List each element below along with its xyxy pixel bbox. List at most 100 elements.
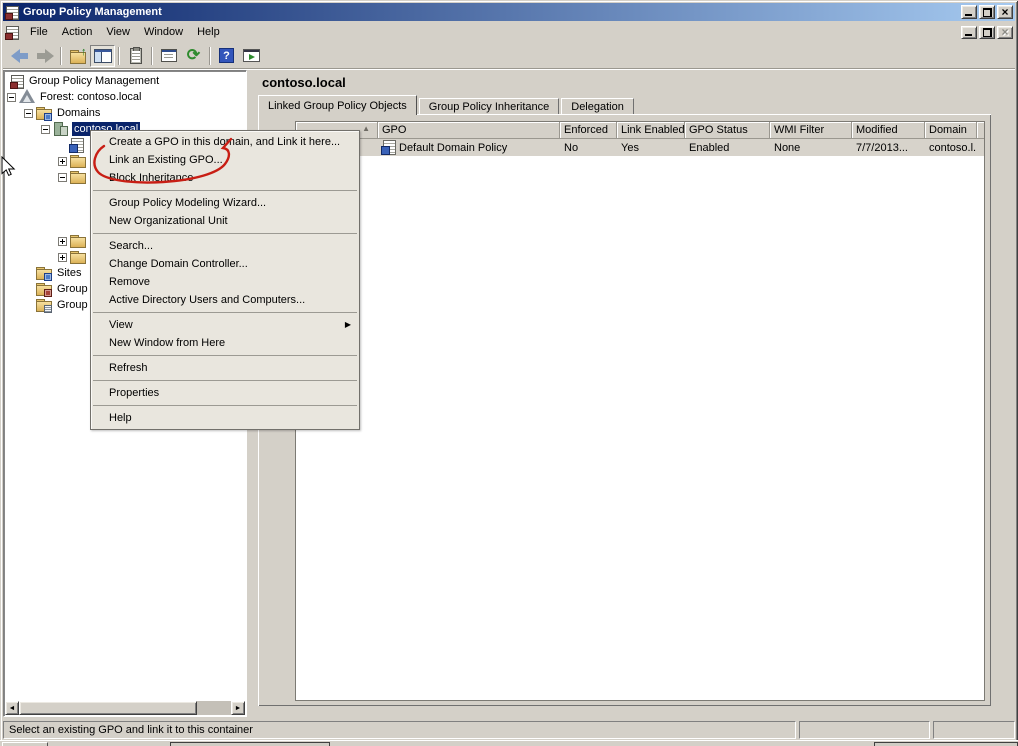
taskbar-button[interactable] xyxy=(874,742,1018,746)
forward-arrow-icon xyxy=(36,48,54,63)
collapse-toggle[interactable] xyxy=(41,124,50,134)
menu-item-help[interactable]: Help xyxy=(91,409,359,427)
toolbar-separator xyxy=(118,46,120,65)
tab-page: ▲ GPO Enforced Link Enabled GPO Status W… xyxy=(258,114,991,706)
show-console-tree-button[interactable] xyxy=(90,44,115,67)
horizontal-scrollbar[interactable]: ◄ ► xyxy=(5,701,245,715)
group-policy-management-window: Group Policy Management × File Action Vi… xyxy=(0,0,1018,746)
gpo-column-header[interactable]: GPO xyxy=(378,122,560,139)
properties-icon xyxy=(160,49,177,62)
child-minimize-button[interactable] xyxy=(961,25,977,39)
wmi-filter-column-header[interactable]: WMI Filter xyxy=(770,122,852,139)
taskbar-button[interactable] xyxy=(2,742,48,746)
menu-item-block-inheritance[interactable]: Block Inheritance xyxy=(91,169,359,187)
menubar: File Action View Window Help × xyxy=(3,22,1015,42)
expand-toggle[interactable] xyxy=(58,236,67,246)
menu-item-link-existing-gpo[interactable]: Link an Existing GPO... xyxy=(91,151,359,169)
list-header: ▲ GPO Enforced Link Enabled GPO Status W… xyxy=(296,122,984,139)
child-close-button[interactable]: × xyxy=(997,24,1013,39)
show-in-new-window-button[interactable] xyxy=(239,45,264,67)
tree-item-domains[interactable]: Domains xyxy=(5,105,245,121)
tab-group-policy-inheritance[interactable]: Group Policy Inheritance xyxy=(418,98,560,115)
modeling-badge-icon xyxy=(44,289,52,297)
scroll-right-button[interactable]: ► xyxy=(231,701,245,715)
domains-folder-icon xyxy=(36,105,52,121)
menu-help[interactable]: Help xyxy=(190,24,227,40)
media-window-icon xyxy=(243,49,260,62)
properties-button[interactable] xyxy=(156,45,181,67)
restore-icon xyxy=(982,7,992,17)
link-enabled-column-header[interactable]: Link Enabled xyxy=(617,122,685,139)
toolbar-separator xyxy=(209,46,211,65)
refresh-button[interactable]: ⟳ xyxy=(181,45,206,67)
forward-button[interactable] xyxy=(32,45,57,67)
menu-item-create-gpo[interactable]: Create a GPO in this domain, and Link it… xyxy=(91,133,359,151)
status-bar: Select an existing GPO and link it to th… xyxy=(3,719,1015,739)
menu-item-remove[interactable]: Remove xyxy=(91,273,359,291)
collapse-toggle[interactable] xyxy=(7,92,16,102)
menu-item-new-window-from-here[interactable]: New Window from Here xyxy=(91,334,359,352)
modified-column-header[interactable]: Modified xyxy=(852,122,925,139)
menu-view[interactable]: View xyxy=(99,24,137,40)
minimize-icon xyxy=(965,14,972,16)
enforced-value: No xyxy=(564,141,579,154)
expand-toggle[interactable] xyxy=(58,156,67,166)
menu-window[interactable]: Window xyxy=(137,24,190,40)
menu-separator xyxy=(93,405,357,406)
tree-item-label: Sites xyxy=(57,267,82,279)
domain-column-header[interactable]: Domain xyxy=(925,122,977,139)
menu-item-ad-users-and-computers[interactable]: Active Directory Users and Computers... xyxy=(91,291,359,309)
minimize-button[interactable] xyxy=(961,5,977,19)
gpo-status-value: Enabled xyxy=(689,141,730,154)
back-button[interactable] xyxy=(7,45,32,67)
restore-button[interactable] xyxy=(979,5,995,19)
taskbar-button[interactable] xyxy=(170,742,330,746)
enforced-column-header[interactable]: Enforced xyxy=(560,122,617,139)
close-button[interactable]: × xyxy=(997,5,1013,19)
status-panel xyxy=(933,721,1015,739)
tab-delegation[interactable]: Delegation xyxy=(561,98,634,115)
menu-file[interactable]: File xyxy=(23,24,55,40)
tree-item-group-policy-management[interactable]: Group Policy Management xyxy=(5,73,245,89)
modified-value: 7/7/2013... xyxy=(856,141,908,154)
menu-item-properties[interactable]: Properties xyxy=(91,384,359,402)
results-folder-icon xyxy=(36,297,52,313)
menu-item-view[interactable]: View ▶ xyxy=(91,316,359,334)
scrollbar-track[interactable] xyxy=(197,701,231,715)
list-badge-icon xyxy=(44,305,52,313)
tab-strip: Linked Group Policy Objects Group Policy… xyxy=(258,95,636,115)
back-arrow-icon xyxy=(10,48,29,63)
scroll-left-button[interactable]: ◄ xyxy=(5,701,19,715)
gpo-icon xyxy=(69,137,84,153)
up-folder-icon: ↑ xyxy=(69,46,87,64)
tree-item-forest[interactable]: Forest: contoso.local xyxy=(5,89,245,105)
gpo-status-column-header[interactable]: GPO Status xyxy=(685,122,770,139)
results-pane: contoso.local Linked Group Policy Object… xyxy=(257,70,1016,718)
collapse-toggle[interactable] xyxy=(24,108,33,118)
folder-icon xyxy=(70,153,86,169)
export-list-button[interactable] xyxy=(123,45,148,67)
menu-item-gp-modeling-wizard[interactable]: Group Policy Modeling Wizard... xyxy=(91,194,359,212)
up-one-level-button[interactable]: ↑ xyxy=(65,45,90,67)
child-restore-button[interactable] xyxy=(979,25,995,39)
console-window-icon xyxy=(5,25,19,40)
menu-item-search[interactable]: Search... xyxy=(91,237,359,255)
expand-toggle[interactable] xyxy=(58,252,67,262)
help-icon: ? xyxy=(219,48,234,63)
menu-item-refresh[interactable]: Refresh xyxy=(91,359,359,377)
status-text: Select an existing GPO and link it to th… xyxy=(3,721,796,739)
collapse-toggle[interactable] xyxy=(58,172,67,182)
table-row-default-domain-policy[interactable]: Default Domain Policy No Yes Enabled Non… xyxy=(296,139,984,156)
menu-item-change-domain-controller[interactable]: Change Domain Controller... xyxy=(91,255,359,273)
menu-separator xyxy=(93,355,357,356)
close-icon: × xyxy=(1001,24,1009,39)
menu-item-new-organizational-unit[interactable]: New Organizational Unit xyxy=(91,212,359,230)
folder-icon xyxy=(70,249,86,265)
menu-action[interactable]: Action xyxy=(55,24,100,40)
console-tree-icon xyxy=(93,48,112,63)
help-button[interactable]: ? xyxy=(214,45,239,67)
refresh-icon: ⟳ xyxy=(186,46,201,64)
scrollbar-thumb[interactable] xyxy=(19,701,197,715)
tab-linked-group-policy-objects[interactable]: Linked Group Policy Objects xyxy=(258,95,417,115)
sites-folder-icon xyxy=(36,265,52,281)
